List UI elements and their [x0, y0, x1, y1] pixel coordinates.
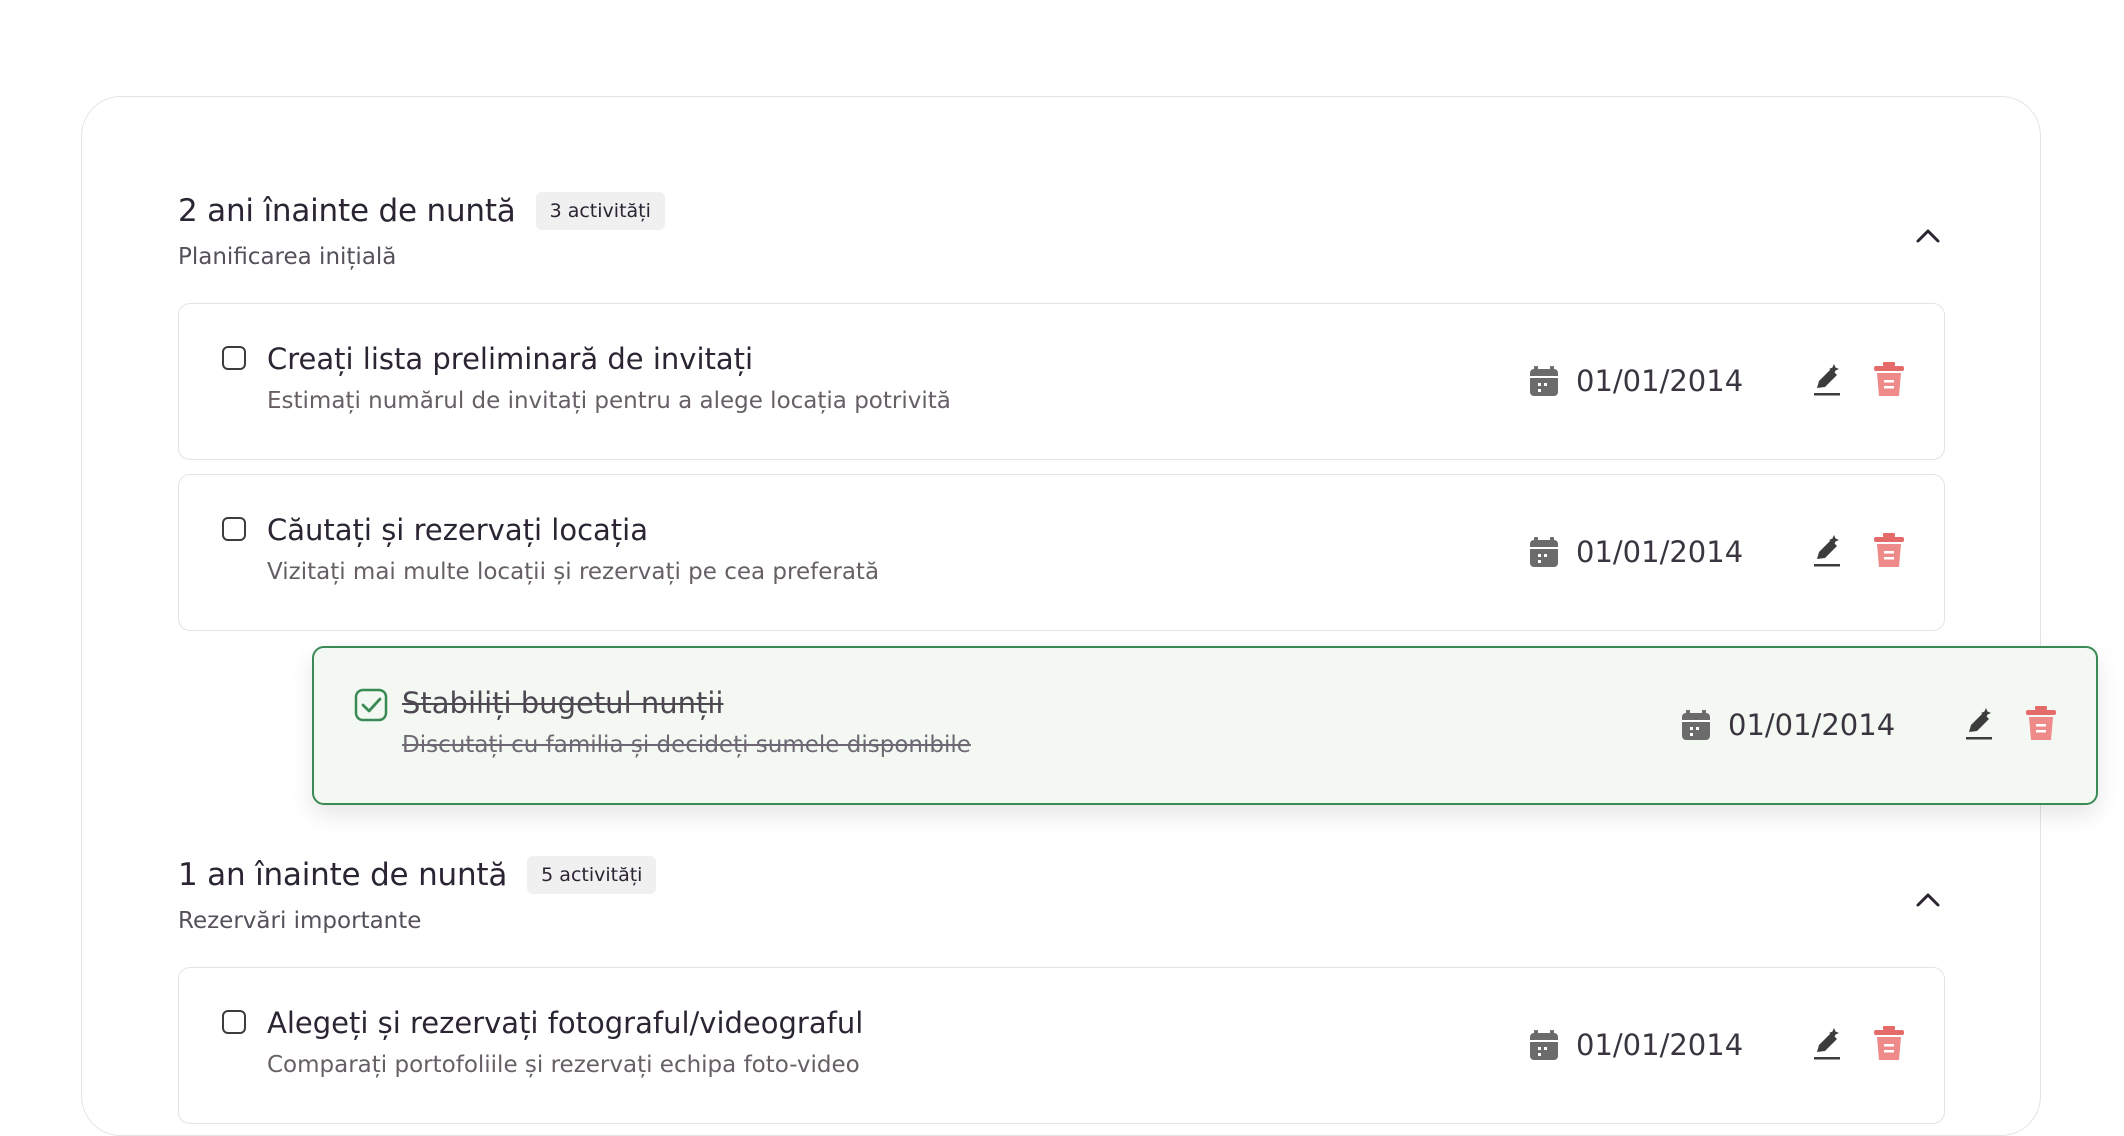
task-title: Stabiliți bugetul nunții	[402, 686, 724, 720]
activity-count-badge: 3 activități	[535, 192, 665, 230]
task-description: Vizitați mai multe locații și rezervați …	[267, 559, 880, 585]
calendar-icon	[1530, 1030, 1558, 1060]
task-checkbox[interactable]	[222, 517, 246, 541]
task-due-date[interactable]: 01/01/2014	[1530, 364, 1743, 398]
task-due-date[interactable]: 01/01/2014	[1530, 535, 1743, 569]
edit-sparkle-icon	[1966, 708, 1992, 740]
edit-button[interactable]	[1809, 533, 1845, 569]
task-description: Estimați numărul de invitați pentru a al…	[267, 388, 951, 414]
group-subtitle: Planificarea inițială	[178, 244, 397, 270]
delete-button[interactable]	[2024, 706, 2058, 742]
group-subtitle: Rezervări importante	[178, 908, 422, 934]
group-header: 2 ani înainte de nuntă 3 activități Plan…	[178, 192, 665, 270]
task-description: Discutați cu familia și decideți sumele …	[402, 732, 971, 758]
group-title: 1 an înainte de nuntă	[178, 857, 508, 893]
task-checkbox-checked[interactable]	[354, 688, 388, 722]
collapse-group-button[interactable]	[1908, 216, 1948, 256]
date-text: 01/01/2014	[1576, 535, 1744, 569]
collapse-group-button[interactable]	[1908, 880, 1948, 920]
task-description: Comparați portofoliile și rezervați echi…	[267, 1052, 860, 1078]
edit-sparkle-icon	[1814, 535, 1840, 567]
calendar-icon	[1530, 537, 1558, 567]
trash-icon	[2026, 706, 2056, 740]
check-square-icon	[354, 688, 388, 722]
edit-button[interactable]	[1809, 362, 1845, 398]
activity-count-badge: 5 activități	[527, 856, 657, 894]
trash-icon	[1874, 1026, 1904, 1060]
date-text: 01/01/2014	[1576, 364, 1744, 398]
edit-button[interactable]	[1809, 1026, 1845, 1062]
calendar-icon	[1530, 366, 1558, 396]
calendar-icon	[1682, 710, 1710, 740]
date-text: 01/01/2014	[1576, 1028, 1744, 1062]
date-text: 01/01/2014	[1728, 708, 1896, 742]
task-due-date[interactable]: 01/01/2014	[1682, 708, 1895, 742]
task-card[interactable]: Alegeți și rezervați fotograful/videogra…	[178, 967, 1945, 1124]
group-title-row: 1 an înainte de nuntă 5 activități	[178, 856, 657, 894]
group-header: 1 an înainte de nuntă 5 activități Rezer…	[178, 856, 657, 934]
task-title: Alegeți și rezervați fotograful/videogra…	[267, 1006, 864, 1040]
group-title-row: 2 ani înainte de nuntă 3 activități	[178, 192, 665, 230]
trash-icon	[1874, 362, 1904, 396]
edit-sparkle-icon	[1814, 1028, 1840, 1060]
task-checkbox[interactable]	[222, 346, 246, 370]
chevron-up-icon	[1916, 893, 1940, 907]
delete-button[interactable]	[1872, 1026, 1906, 1062]
edit-sparkle-icon	[1814, 364, 1840, 396]
task-title: Creați lista preliminară de invitați	[267, 342, 754, 376]
task-card[interactable]: Creați lista preliminară de invitați Est…	[178, 303, 1945, 460]
group-title: 2 ani înainte de nuntă	[178, 193, 516, 229]
dragging-task-card[interactable]: Stabiliți bugetul nunții Discutați cu fa…	[312, 646, 2098, 805]
delete-button[interactable]	[1872, 533, 1906, 569]
trash-icon	[1874, 533, 1904, 567]
task-due-date[interactable]: 01/01/2014	[1530, 1028, 1743, 1062]
task-title: Căutați și rezervați locația	[267, 513, 648, 547]
delete-button[interactable]	[1872, 362, 1906, 398]
edit-button[interactable]	[1961, 706, 1997, 742]
task-card[interactable]: Căutați și rezervați locația Vizitați ma…	[178, 474, 1945, 631]
task-checkbox[interactable]	[222, 1010, 246, 1034]
chevron-up-icon	[1916, 229, 1940, 243]
